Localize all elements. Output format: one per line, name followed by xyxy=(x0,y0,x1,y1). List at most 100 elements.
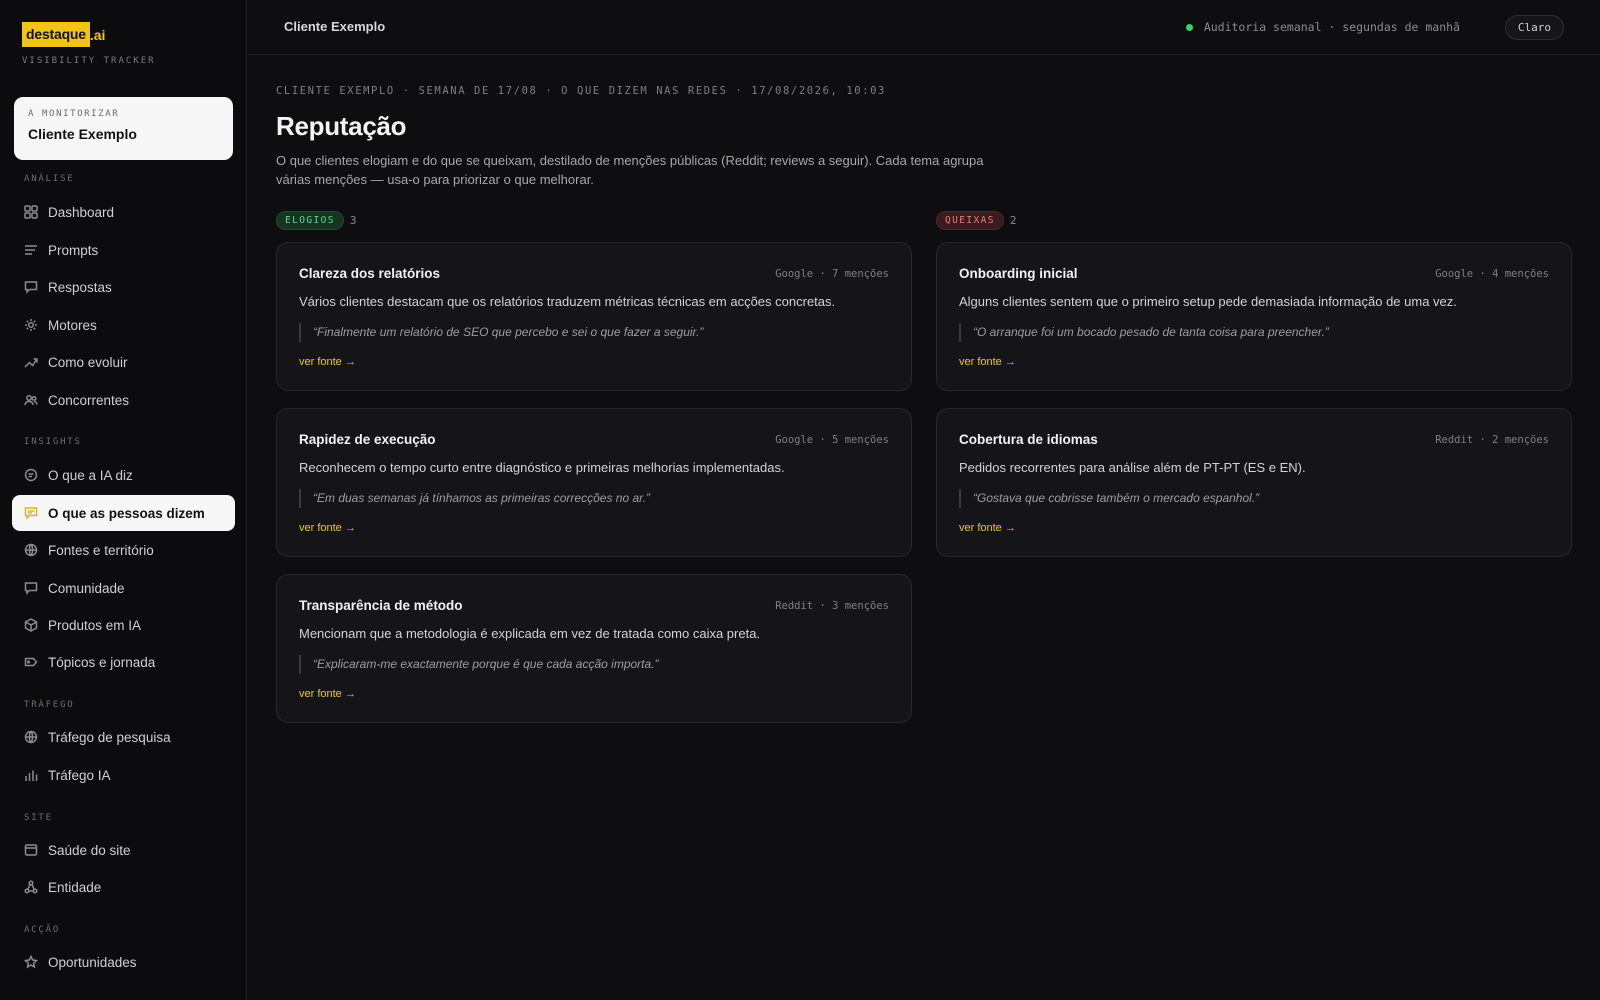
globe-icon xyxy=(24,730,38,744)
card-title: Cobertura de idiomas xyxy=(959,432,1098,447)
card-meta: Google · 4 menções xyxy=(1435,268,1549,280)
nav-section-trafego: TRÁFEGO xyxy=(24,700,75,710)
breadcrumb: CLIENTE EXEMPLO · SEMANA DE 17/08 · O QU… xyxy=(276,85,886,97)
card-body: Alguns clientes sentem que o primeiro se… xyxy=(959,294,1457,309)
sidebar-item-o-que-a-ia-diz[interactable]: O que a IA diz xyxy=(12,457,235,493)
sidebar-item-saude-do-site[interactable]: Saúde do site xyxy=(12,832,235,868)
topbar-client-name: Cliente Exemplo xyxy=(284,19,386,34)
sidebar-item-label: Tópicos e jornada xyxy=(48,654,156,670)
sidebar-item-prompts[interactable]: Prompts xyxy=(12,232,235,268)
praise-header: ELOGIOS 3 xyxy=(276,211,356,230)
sidebar-item-comunidade[interactable]: Comunidade xyxy=(12,570,235,606)
sidebar-item-label: Tráfego IA xyxy=(48,767,111,783)
card-quote: “Gostava que cobrisse também o mercado e… xyxy=(959,489,1259,508)
sidebar-item-label: O que as pessoas dizem xyxy=(48,505,205,521)
sidebar-item-label: Oportunidades xyxy=(48,954,137,970)
logo-mark: destaque xyxy=(22,22,90,47)
sidebar-item-label: Prompts xyxy=(48,242,99,258)
nav-section-analise: ANÁLISE xyxy=(24,174,75,184)
topbar: Cliente Exemplo Auditoria semanal · segu… xyxy=(248,0,1600,55)
sidebar-item-trafego-ia[interactable]: Tráfego IA xyxy=(12,757,235,793)
star-icon xyxy=(24,955,38,969)
sidebar-item-label: Dashboard xyxy=(48,204,115,220)
card-quote: “Explicaram-me exactamente porque é que … xyxy=(299,655,659,674)
nav-section-accao: ACÇÃO xyxy=(24,925,61,935)
card-meta: Reddit · 2 menções xyxy=(1435,434,1549,446)
card-meta: Reddit · 3 menções xyxy=(775,600,889,612)
client-selector[interactable]: A MONITORIZAR Cliente Exemplo xyxy=(14,97,233,160)
card-body: Pedidos recorrentes para análise além de… xyxy=(959,460,1306,475)
nav-section-site: SITE xyxy=(24,813,53,823)
complaints-header: QUEIXAS 2 xyxy=(936,211,1016,230)
card-body: Vários clientes destacam que os relatóri… xyxy=(299,294,836,309)
praise-card: Rapidez de execução Google · 5 menções R… xyxy=(276,408,912,557)
source-link[interactable]: ver fonte → xyxy=(299,688,356,700)
sidebar-item-dashboard[interactable]: Dashboard xyxy=(12,194,235,230)
sidebar-item-como-evoluir[interactable]: Como evoluir xyxy=(12,344,235,380)
sidebar-item-label: Concorrentes xyxy=(48,392,130,408)
grid-icon xyxy=(24,205,38,219)
tag-icon xyxy=(24,655,38,669)
card-title: Clareza dos relatórios xyxy=(299,266,441,281)
source-link[interactable]: ver fonte → xyxy=(959,356,1016,368)
sidebar-item-trafego-de-pesquisa[interactable]: Tráfego de pesquisa xyxy=(12,719,235,755)
box-icon xyxy=(24,618,38,632)
sidebar-item-label: O que a IA diz xyxy=(48,467,133,483)
sidebar-item-label: Saúde do site xyxy=(48,842,131,858)
sidebar-item-o-que-as-pessoas-dizem[interactable]: O que as pessoas dizem xyxy=(12,495,235,531)
sidebar-item-concorrentes[interactable]: Concorrentes xyxy=(12,382,235,418)
gear-icon xyxy=(24,318,38,332)
card-title: Onboarding inicial xyxy=(959,266,1078,281)
source-link[interactable]: ver fonte → xyxy=(299,356,356,368)
page-description: O que clientes elogiam e do que se queix… xyxy=(276,153,984,187)
praise-card: Clareza dos relatórios Google · 7 mençõe… xyxy=(276,242,912,391)
complaint-card: Onboarding inicial Google · 4 menções Al… xyxy=(936,242,1572,391)
sidebar-item-entidade[interactable]: Entidade xyxy=(12,869,235,905)
sidebar-item-label: Motores xyxy=(48,317,97,333)
sidebar-item-topicos-e-jornada[interactable]: Tópicos e jornada xyxy=(12,644,235,680)
logo-tld: .ai xyxy=(89,26,106,43)
sidebar-item-produtos-em-ia[interactable]: Produtos em IA xyxy=(12,607,235,643)
chat-icon xyxy=(24,581,38,595)
card-quote: “Em duas semanas já tínhamos as primeira… xyxy=(299,489,650,508)
complaint-card: Cobertura de idiomas Reddit · 2 menções … xyxy=(936,408,1572,557)
card-body: Reconhecem o tempo curto entre diagnósti… xyxy=(299,460,785,475)
globe-icon xyxy=(24,543,38,557)
audit-status: Auditoria semanal · segundas de manhã xyxy=(1185,20,1460,34)
ai-icon xyxy=(24,468,38,482)
client-selector-label: A MONITORIZAR xyxy=(28,109,120,119)
sidebar-item-oportunidades[interactable]: Oportunidades xyxy=(12,944,235,980)
audit-status-text: Auditoria semanal · segundas de manhã xyxy=(1203,20,1460,34)
card-meta: Google · 5 menções xyxy=(775,434,889,446)
card-meta: Google · 7 menções xyxy=(775,268,889,280)
sidebar-item-label: Respostas xyxy=(48,279,112,295)
source-link[interactable]: ver fonte → xyxy=(959,522,1016,534)
browser-icon xyxy=(24,843,38,857)
sidebar-item-motores[interactable]: Motores xyxy=(12,307,235,343)
source-link[interactable]: ver fonte → xyxy=(299,522,356,534)
card-title: Transparência de método xyxy=(299,598,463,613)
sidebar-item-label: Produtos em IA xyxy=(48,617,142,633)
graph-icon xyxy=(24,880,38,894)
sidebar-item-label: Como evoluir xyxy=(48,354,128,370)
praise-card: Transparência de método Reddit · 3 mençõ… xyxy=(276,574,912,723)
status-dot xyxy=(1185,23,1193,31)
logo[interactable]: destaque .ai xyxy=(22,22,105,47)
sidebar-item-label: Fontes e território xyxy=(48,542,154,558)
chat-icon xyxy=(24,280,38,294)
sidebar-item-label: Tráfego de pesquisa xyxy=(48,729,171,745)
logo-subtitle: VISIBILITY TRACKER xyxy=(22,56,156,66)
users-icon xyxy=(24,393,38,407)
sidebar-item-label: Comunidade xyxy=(48,580,125,596)
complaints-count: 2 xyxy=(1009,214,1017,227)
theme-toggle-button[interactable]: Claro xyxy=(1504,15,1564,40)
trend-icon xyxy=(24,355,38,369)
bars-icon xyxy=(24,768,38,782)
card-title: Rapidez de execução xyxy=(299,432,436,447)
speech-icon xyxy=(24,506,38,520)
sidebar-item-respostas[interactable]: Respostas xyxy=(12,269,235,305)
card-quote: “O arranque foi um bocado pesado de tant… xyxy=(959,323,1329,342)
sidebar-item-fontes-e-territorio[interactable]: Fontes e território xyxy=(12,532,235,568)
praise-badge: ELOGIOS xyxy=(276,211,344,230)
lines-icon xyxy=(24,243,38,257)
